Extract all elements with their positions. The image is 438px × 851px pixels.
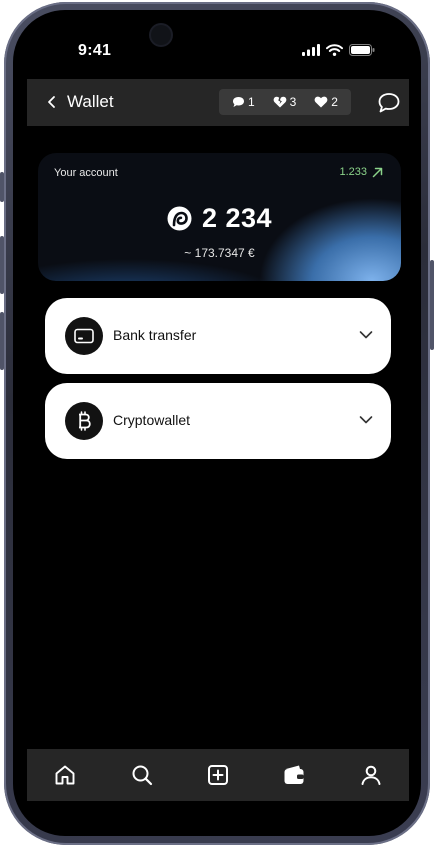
home-icon: [55, 765, 75, 785]
screen: 9:41 Wallet 1 3 2 Your account 1.233 2 2…: [13, 10, 421, 836]
tab-profile[interactable]: [356, 760, 386, 790]
comment-count-value: 1: [247, 95, 255, 109]
chevron-down-icon[interactable]: [359, 415, 373, 425]
add-post-icon: [207, 765, 228, 785]
card-icon: [74, 328, 94, 344]
broken-heart-count-value: 3: [289, 95, 297, 109]
cryptowallet-option[interactable]: Cryptowallet: [45, 383, 391, 459]
camera-icon: [151, 25, 171, 45]
wallet-icon: [284, 765, 304, 784]
cryptowallet-label: Cryptowallet: [113, 412, 191, 428]
tab-add-post[interactable]: [203, 760, 233, 790]
broken-heart-count[interactable]: 3: [273, 95, 297, 109]
tab-wallet[interactable]: [279, 760, 309, 790]
search-icon: [132, 765, 152, 786]
chevron-down-icon[interactable]: [359, 330, 373, 340]
page-title: Wallet: [67, 92, 114, 111]
account-trend-value: 1.233: [339, 166, 367, 178]
mute-switch: [0, 172, 4, 202]
account-balance-row: 2 234: [38, 203, 401, 234]
status-time: 9:41: [78, 42, 112, 59]
bitcoin-icon-circle: [65, 402, 103, 440]
comment-icon: [232, 97, 244, 107]
tab-bar: [27, 749, 409, 801]
heart-count[interactable]: 2: [314, 95, 338, 109]
volume-up-button: [0, 236, 4, 294]
heart-icon: [314, 96, 328, 108]
chat-bubble-icon[interactable]: [377, 92, 401, 114]
coin-logo-icon: [167, 206, 192, 231]
account-card: Your account 1.233 2 234 ~ 173.7347 €: [38, 153, 401, 281]
account-balance: 2 234: [201, 203, 273, 233]
chevron-left-icon[interactable]: [45, 95, 59, 109]
account-trend: 1.233: [339, 166, 383, 178]
volume-down-button: [0, 312, 4, 370]
account-label: Your account: [54, 167, 118, 179]
bank-transfer-label: Bank transfer: [113, 327, 197, 343]
tab-home[interactable]: [50, 760, 80, 790]
heart-count-value: 2: [331, 95, 338, 109]
header-bar: Wallet 1 3 2: [27, 79, 409, 126]
power-button: [430, 260, 434, 350]
tab-search[interactable]: [127, 760, 157, 790]
card-icon-circle: [65, 317, 103, 355]
account-eur-value: ~ 173.7347 €: [184, 246, 255, 260]
reaction-counts: 1 3 2: [219, 89, 351, 115]
signal-icon: [302, 44, 320, 56]
battery-icon: [349, 44, 375, 56]
bitcoin-icon: [79, 411, 91, 431]
wifi-icon: [326, 44, 343, 56]
comment-count[interactable]: 1: [232, 95, 255, 109]
broken-heart-icon: [273, 96, 287, 108]
status-icons: [302, 44, 375, 56]
bank-transfer-option[interactable]: Bank transfer: [45, 298, 391, 374]
arrow-up-right-icon: [372, 167, 383, 177]
profile-icon: [361, 765, 381, 785]
